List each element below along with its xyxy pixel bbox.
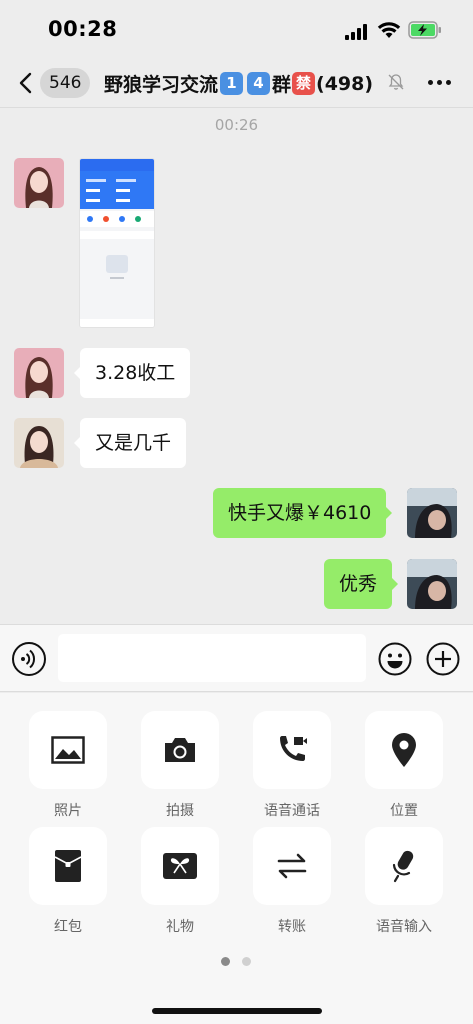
tool-label: 照片: [54, 803, 82, 819]
wifi-icon: [377, 22, 401, 38]
tool-label: 位置: [390, 803, 418, 819]
tool-location[interactable]: 位置: [364, 711, 444, 820]
tool-label: 语音输入: [376, 919, 432, 935]
message-input[interactable]: [58, 634, 366, 682]
tool-tile[interactable]: [29, 827, 107, 905]
more-horizontal-icon: [428, 80, 433, 85]
tool-voice-call[interactable]: 语音通话: [252, 711, 332, 820]
microphone-icon: [392, 850, 414, 883]
tool-photo[interactable]: 照片: [28, 711, 108, 820]
location-pin-icon: [392, 733, 416, 767]
tool-label: 红包: [54, 919, 82, 935]
plus-circle-icon[interactable]: [426, 642, 460, 676]
tool-tile[interactable]: [141, 711, 219, 789]
avatar-woman-long-hair[interactable]: [14, 158, 64, 208]
keycap-4-emoji: 4: [247, 72, 271, 95]
sent-message-bubble[interactable]: 快手又爆￥4610: [213, 488, 393, 538]
photo-icon: [51, 736, 85, 764]
tool-transfer[interactable]: 转账: [252, 827, 332, 936]
battery-charging-icon: [408, 21, 441, 39]
tool-tile[interactable]: [29, 711, 107, 789]
image-message-screenshot[interactable]: [79, 158, 155, 328]
cellular-signal-icon: [345, 24, 371, 40]
tool-tile[interactable]: [365, 711, 443, 789]
home-indicator[interactable]: [152, 1008, 322, 1014]
tool-voice-input[interactable]: 语音输入: [364, 827, 444, 936]
unread-count-badge: 546: [40, 68, 91, 98]
page-indicator: [221, 957, 253, 967]
more-button[interactable]: [424, 70, 456, 94]
message-input-bar: [0, 624, 473, 692]
tool-label: 转账: [278, 919, 306, 935]
red-envelope-icon: [54, 850, 82, 882]
received-message-bubble[interactable]: 又是几千: [73, 418, 187, 468]
avatar-self[interactable]: [407, 559, 457, 609]
avatar-woman-beige-sweater[interactable]: [14, 418, 64, 468]
keycap-1-emoji: 1: [220, 72, 244, 95]
tool-tile[interactable]: [365, 827, 443, 905]
title-text-group: 群: [272, 74, 292, 96]
gift-icon: [163, 853, 197, 879]
tool-camera[interactable]: 拍摄: [140, 711, 220, 820]
chat-header: 546 野狼学习交流 1 4 群 禁 (498): [0, 58, 473, 108]
chat-title: 野狼学习交流 1 4 群 禁 (498): [104, 70, 373, 97]
avatar-woman-long-hair[interactable]: [14, 348, 64, 398]
tool-tile[interactable]: [253, 827, 331, 905]
camera-icon: [165, 738, 195, 762]
back-button[interactable]: 546: [14, 67, 94, 99]
attachment-tools-panel: 照片 拍摄 语音通话 位置 红包 礼物 转账 语音输入: [0, 693, 473, 1024]
member-count: (498): [316, 72, 374, 95]
emoji-icon[interactable]: [378, 642, 412, 676]
tool-label: 拍摄: [166, 803, 194, 819]
received-message-bubble[interactable]: 3.28收工: [73, 348, 191, 398]
status-bar: 00:28: [0, 0, 473, 58]
tool-label: 礼物: [166, 919, 194, 935]
tool-gift[interactable]: 礼物: [140, 827, 220, 936]
voice-video-call-icon: [280, 736, 307, 761]
tool-red-envelope[interactable]: 红包: [28, 827, 108, 936]
voice-input-icon: [21, 649, 36, 669]
avatar-self[interactable]: [407, 488, 457, 538]
prohibited-emoji: 禁: [292, 72, 316, 95]
title-text: 野狼学习交流: [104, 74, 219, 96]
tool-tile[interactable]: [253, 711, 331, 789]
chevron-left-icon: [19, 72, 32, 94]
message-timestamp: 00:26: [214, 116, 259, 134]
tool-tile[interactable]: [141, 827, 219, 905]
page-dot: [242, 957, 251, 966]
sent-message-bubble[interactable]: 优秀: [324, 559, 399, 609]
transfer-icon: [277, 853, 307, 879]
page-dot-active: [221, 957, 230, 966]
status-time: 00:28: [48, 17, 118, 41]
bell-muted-icon: [388, 74, 404, 90]
voice-input-button[interactable]: [12, 642, 46, 676]
tool-label: 语音通话: [264, 803, 320, 819]
